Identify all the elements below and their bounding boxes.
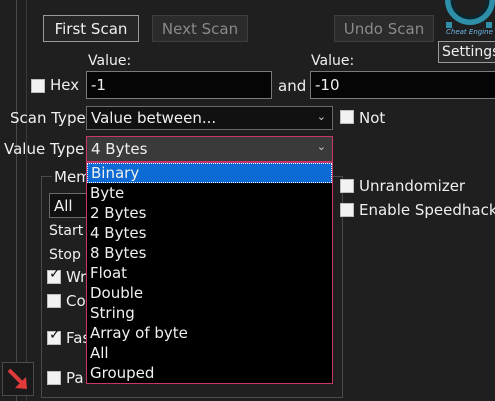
memory-region-value: All [54,196,73,215]
speedhack-checkbox[interactable] [340,203,354,217]
pause-checkbox[interactable] [47,371,61,385]
value-type-dropdown-list[interactable]: Binary Byte 2 Bytes 4 Bytes 8 Bytes Floa… [86,162,333,384]
dropdown-item-string[interactable]: String [87,303,332,323]
dropdown-item-binary[interactable]: Binary [87,163,332,183]
next-scan-button[interactable]: Next Scan [152,15,248,42]
checkmark-icon: ✓ [49,327,61,343]
checkmark-icon: ✓ [49,266,61,282]
dropdown-item-double[interactable]: Double [87,283,332,303]
fast-scan-checkbox[interactable]: ✓ [47,327,61,345]
not-checkbox[interactable] [340,110,354,124]
dropdown-item-2-bytes[interactable]: 2 Bytes [87,203,332,223]
logo-caption: Cheat Engine [446,28,493,36]
left-divider-inner [26,0,27,401]
and-label: and [278,77,307,95]
value-type-value: 4 Bytes [91,140,148,158]
not-label: Not [359,109,386,127]
dropdown-item-all[interactable]: All [87,343,332,363]
dropdown-item-byte[interactable]: Byte [87,183,332,203]
hex-label: Hex [50,76,80,94]
first-scan-button[interactable]: First Scan [43,15,139,42]
dropdown-item-4-bytes[interactable]: 4 Bytes [87,223,332,243]
settings-button[interactable]: Settings [438,41,495,63]
value-type-label: Value Type [4,140,85,158]
chevron-down-icon: ⌄ [316,140,326,153]
dropdown-item-grouped[interactable]: Grouped [87,363,332,383]
stop-label: Stop [49,247,81,263]
hex-checkbox[interactable] [31,79,45,93]
writable-checkbox[interactable]: ✓ [47,266,61,284]
value-input-1[interactable]: -1 [86,71,272,99]
scan-type-label: Scan Type [10,109,86,127]
cheat-engine-logo: Cheat Engine [440,0,495,40]
undo-scan-button[interactable]: Undo Scan [334,15,434,42]
copy-on-write-checkbox[interactable] [47,294,61,308]
left-divider [16,0,17,401]
dropdown-item-8-bytes[interactable]: 8 Bytes [87,243,332,263]
copy-on-write-label: Co [66,292,86,310]
value-input-2[interactable]: -10 [310,71,495,99]
value-input-2-text: -10 [315,76,340,94]
value-label-2: Value: [311,53,355,69]
speedhack-label: Enable Speedhack [359,201,495,219]
red-arrow-icon [7,368,27,389]
pause-label: Pa [66,369,84,387]
writable-label: Wr [66,268,87,286]
value-input-1-text: -1 [91,76,106,94]
chevron-down-icon: ⌄ [316,110,326,123]
value-type-select[interactable]: 4 Bytes ⌄ [86,136,333,162]
scan-type-select[interactable]: Value between... ⌄ [86,106,333,130]
unrandomizer-label: Unrandomizer [359,177,466,195]
start-label: Start [49,223,84,239]
unrandomizer-checkbox[interactable] [340,179,354,193]
settings-label: Settings [442,44,495,60]
value-label-1: Value: [88,53,132,69]
add-address-button[interactable] [2,362,34,396]
scan-type-value: Value between... [91,109,217,127]
dropdown-item-float[interactable]: Float [87,263,332,283]
dropdown-item-array-of-byte[interactable]: Array of byte [87,323,332,343]
